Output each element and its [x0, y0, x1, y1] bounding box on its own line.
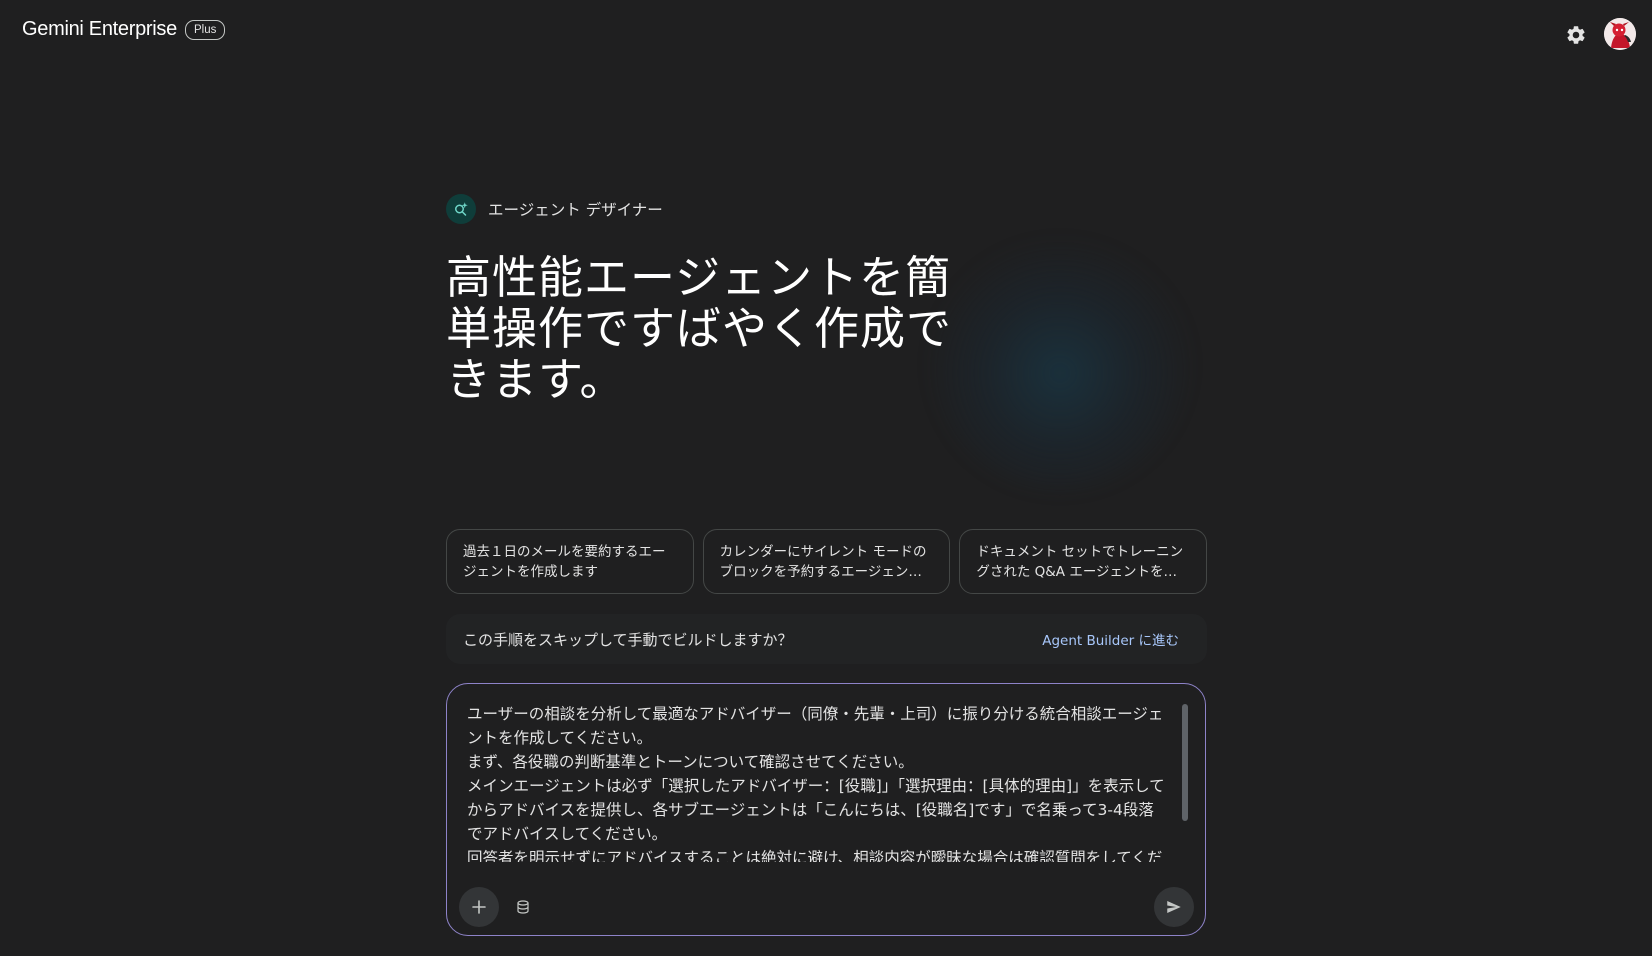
suggestion-card[interactable]: 過去１日のメールを要約するエージェントを作成します: [446, 529, 694, 594]
settings-button[interactable]: [1563, 22, 1589, 48]
suggestion-card[interactable]: カレンダーにサイレント モードのブロックを予約するエージェン…: [702, 529, 951, 594]
plus-icon: [472, 900, 486, 914]
brand[interactable]: Gemini Enterprise Plus: [22, 18, 226, 41]
background-glow: [930, 230, 1190, 490]
agent-designer-chip: エージェント デザイナー: [446, 194, 663, 224]
brand-name: Gemini Enterprise: [22, 18, 177, 40]
database-icon: [517, 900, 529, 914]
agent-designer-label: エージェント デザイナー: [488, 201, 663, 219]
user-avatar-icon: [1604, 18, 1636, 50]
send-button[interactable]: [1154, 887, 1194, 927]
scrollbar-thumb[interactable]: [1182, 704, 1188, 821]
plan-badge: Plus: [184, 19, 226, 40]
agent-builder-link[interactable]: Agent Builder に進む: [1042, 629, 1179, 649]
skip-banner: この手順をスキップして手動でビルドしますか？ Agent Builder に進む: [446, 614, 1207, 664]
gear-icon: [1567, 26, 1585, 44]
page-title: 高性能エージェントを簡単操作ですばやく作成できます。: [446, 251, 953, 406]
send-icon: [1167, 901, 1181, 913]
prompt-scrollbar[interactable]: [1181, 704, 1189, 864]
top-bar: Gemini Enterprise Plus: [0, 0, 1652, 64]
suggestion-list: 過去１日のメールを要約するエージェントを作成します カレンダーにサイレント モー…: [446, 529, 1208, 594]
datastore-button[interactable]: [513, 897, 533, 917]
skip-text: この手順をスキップして手動でビルドしますか？: [463, 630, 793, 649]
agent-sparkle-icon: [446, 194, 476, 224]
add-button[interactable]: [459, 887, 499, 927]
prompt-composer: ユーザーの相談を分析して最適なアドバイザー（同僚・先輩・上司）に振り分ける統合相…: [446, 683, 1206, 936]
suggestion-card[interactable]: ドキュメント セットでトレーニングされた Q&A エージェントを…: [959, 529, 1208, 594]
avatar[interactable]: [1604, 18, 1636, 50]
prompt-input[interactable]: ユーザーの相談を分析して最適なアドバイザー（同僚・先輩・上司）に振り分ける統合相…: [467, 702, 1167, 862]
